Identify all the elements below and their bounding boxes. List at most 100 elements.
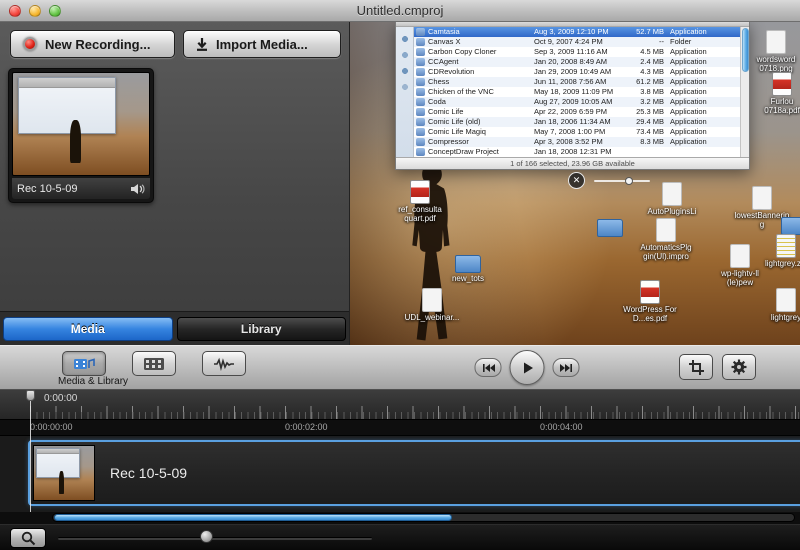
desktop-icon-label: Furlou 0718a.pdf: [753, 97, 800, 115]
desktop-icon: ref_consulta quart.pdf: [390, 180, 450, 223]
close-button[interactable]: [9, 5, 21, 17]
panel-tab[interactable]: Media: [3, 317, 173, 341]
desktop-icon-label: new_tots: [452, 274, 484, 283]
timecode-row: 0:00:00:00 0:00:02:00 0:00:04:00: [0, 420, 800, 436]
desktop-icon: wordsword 0718.png: [746, 30, 800, 73]
desktop-icon-label: wp-lightv-ll (le)pew: [711, 269, 769, 287]
desktop-icon-label: lightgrey.zip: [765, 259, 800, 268]
panel-tabbar: Media Library: [0, 311, 349, 345]
filmstrip-icon: [143, 357, 165, 371]
desktop-icon-label: ref_consulta quart.pdf: [391, 205, 449, 223]
clip-name: Rec 10-5-09: [17, 183, 78, 195]
timeline-clip[interactable]: Rec 10-5-09: [28, 440, 800, 506]
preview-desktop-icons: wordsword 0718.png Furlou 0718a.pdf ref_…: [350, 22, 800, 345]
desktop-icon: Furlou 0718a.pdf: [752, 72, 800, 115]
window-title: Untitled.cmproj: [0, 3, 800, 18]
control-bar: Media & Library: [0, 345, 800, 390]
zoom-window-button[interactable]: [49, 5, 61, 17]
media-library-toggle-button[interactable]: [62, 351, 106, 376]
next-icon: [559, 363, 573, 373]
crop-button[interactable]: [679, 354, 713, 380]
desktop-icon-glyph: [781, 217, 800, 235]
desktop-icon-label: AutoPluginsLi: [648, 207, 697, 216]
desktop-icon-label: UDL_webinar...: [405, 313, 460, 322]
thumbnail-person: [70, 120, 81, 163]
minimize-button[interactable]: [29, 5, 41, 17]
import-icon: [196, 37, 208, 51]
new-recording-button[interactable]: New Recording...: [10, 30, 175, 58]
next-frame-button[interactable]: [553, 358, 580, 377]
panel-tab[interactable]: Library: [177, 317, 347, 341]
speaker-icon[interactable]: [130, 183, 145, 195]
play-button[interactable]: [510, 350, 545, 385]
record-icon: [23, 37, 37, 51]
desktop-icon: new_tots: [438, 250, 498, 283]
settings-button[interactable]: [722, 354, 756, 380]
waveform-icon: [213, 357, 235, 371]
desktop-icon: AutoPluginsLi: [642, 182, 702, 216]
desktop-icon-glyph: [730, 244, 750, 268]
timeline-scroll-row: [0, 512, 800, 524]
media-library-icon: [73, 357, 96, 371]
timeline-clip-name: Rec 10-5-09: [110, 465, 187, 481]
annotations-button[interactable]: [132, 351, 176, 376]
media-clip-item[interactable]: Rec 10-5-09: [8, 68, 154, 203]
clip-thumbnail: [12, 72, 150, 176]
desktop-icon: UDL_webinar...: [402, 288, 462, 322]
thumbnail-person: [59, 471, 64, 494]
panel-tab-label: Media: [71, 322, 105, 336]
desktop-icon-glyph: [752, 186, 772, 210]
desktop-icon-glyph: [455, 255, 481, 273]
timecode-label: 0:00:00:00: [30, 422, 73, 432]
timeline-track[interactable]: Rec 10-5-09: [0, 436, 800, 512]
playhead[interactable]: [30, 390, 31, 512]
timeline-scroll-thumb[interactable]: [54, 514, 452, 521]
desktop-icon-label: WordPress For D...es.pdf: [621, 305, 679, 323]
import-media-label: Import Media...: [216, 37, 308, 52]
previous-frame-button[interactable]: [475, 358, 502, 377]
desktop-icon: [764, 212, 800, 236]
desktop-icon-glyph: [772, 72, 792, 96]
new-recording-label: New Recording...: [45, 37, 150, 52]
desktop-icon-glyph: [776, 288, 796, 312]
playhead-time-label: 0:00:00: [44, 393, 77, 404]
play-icon: [519, 360, 535, 376]
desktop-icon-glyph: [422, 288, 442, 312]
previous-icon: [481, 363, 495, 373]
desktop-icon-glyph: [662, 182, 682, 206]
desktop-icon-label: wordsword 0718.png: [747, 55, 800, 73]
ruler-minor-ticks: [30, 412, 800, 419]
titlebar[interactable]: Untitled.cmproj: [0, 0, 800, 22]
timeline-zoom-slider-knob[interactable]: [200, 530, 213, 543]
timecode-label: 0:00:04:00: [540, 422, 583, 432]
crop-icon: [688, 359, 705, 376]
audio-button[interactable]: [202, 351, 246, 376]
desktop-icon-glyph: [656, 218, 676, 242]
desktop-icon-glyph: [597, 219, 623, 237]
timeline-zoom-slider-track[interactable]: [58, 537, 372, 540]
video-preview-canvas[interactable]: Camtasia Aug 3, 2009 12:10 PM 52.7 MB Ap…: [350, 22, 800, 345]
desktop-icon-glyph: [766, 30, 786, 54]
timeline-ruler[interactable]: 0:00:00: [0, 390, 800, 420]
panel-tab-label: Library: [241, 322, 282, 336]
desktop-icon-glyph: [410, 180, 430, 204]
timeline: 0:00:00 0:00:00:00 0:00:02:00 0:00:04:00 R…: [0, 390, 800, 550]
import-media-button[interactable]: Import Media...: [183, 30, 341, 58]
desktop-icon: lightgrey.zip: [756, 234, 800, 268]
playhead-handle[interactable]: [26, 390, 35, 401]
gear-icon: [730, 358, 748, 376]
camtasia-window: Untitled.cmproj New Recording... Import …: [0, 0, 800, 550]
desktop-icon-glyph: [776, 234, 796, 258]
media-library-label: Media & Library: [58, 376, 128, 387]
timecode-label: 0:00:02:00: [285, 422, 328, 432]
desktop-icon-glyph: [640, 280, 660, 304]
timeline-zoom-bar: [0, 524, 800, 550]
thumbnail-window: [36, 448, 79, 478]
zoom-fit-button[interactable]: [10, 528, 46, 548]
desktop-icon-label: lightgrey: [771, 313, 800, 322]
desktop-icon: AutomaticsPlg gin(Ul).impro: [636, 218, 696, 261]
timeline-scrollbar[interactable]: [52, 513, 795, 522]
magnifier-icon: [21, 531, 36, 546]
timeline-clip-thumbnail: [33, 445, 95, 501]
media-panel: New Recording... Import Media... Rec 10-…: [0, 22, 350, 345]
